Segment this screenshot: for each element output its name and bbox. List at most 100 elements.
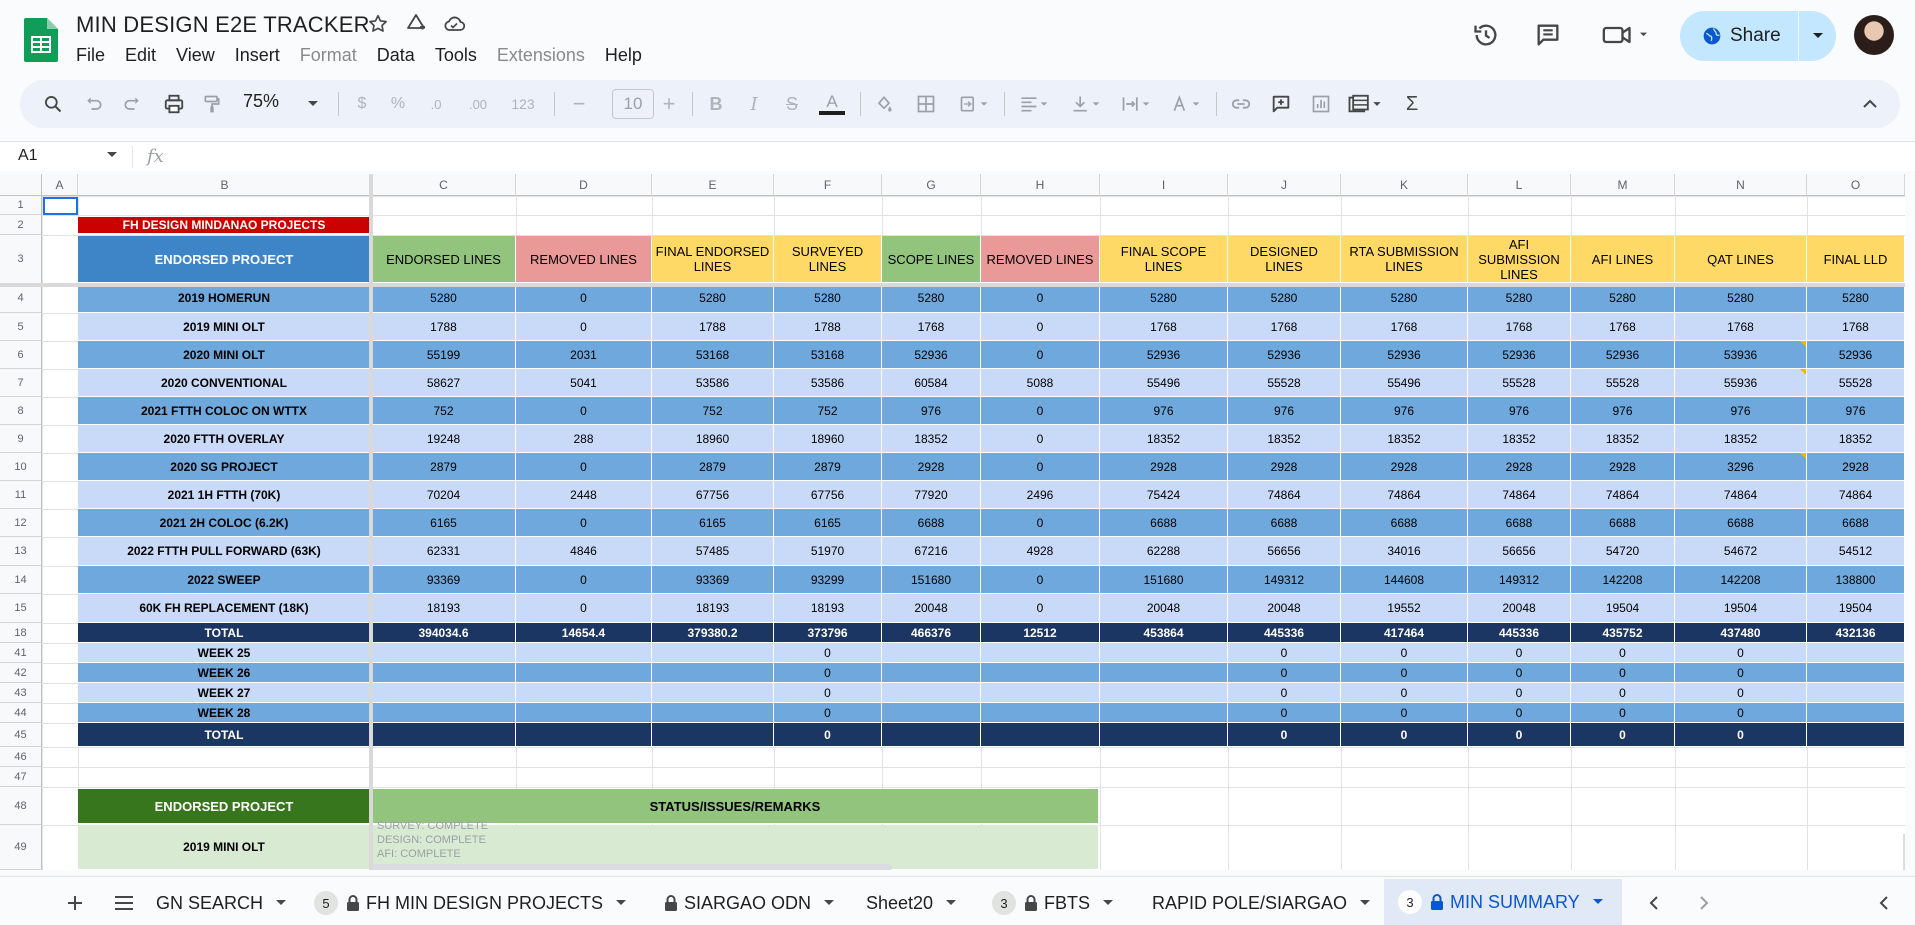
data-cell[interactable]: 2879 (372, 453, 516, 481)
data-cell[interactable]: 2928 (1228, 453, 1341, 481)
data-cell[interactable]: 6688 (1807, 509, 1905, 537)
data-cell[interactable]: 4928 (981, 537, 1100, 566)
week-cell[interactable] (516, 683, 652, 703)
menu-edit[interactable]: Edit (125, 45, 166, 66)
share-button[interactable]: Share (1680, 11, 1836, 61)
data-cell[interactable]: 55199 (372, 341, 516, 369)
data-cell[interactable]: 19552 (1341, 594, 1468, 623)
week-cell[interactable]: 0 (1341, 663, 1468, 683)
column-header-c[interactable]: C (372, 174, 516, 196)
project-name[interactable]: 2020 SG PROJECT (78, 453, 371, 481)
data-cell[interactable]: 6688 (1571, 509, 1675, 537)
menu-extensions[interactable]: Extensions (497, 45, 595, 66)
data-cell[interactable]: 2928 (1341, 453, 1468, 481)
zoom-chevron-icon[interactable] (306, 92, 320, 116)
status-header-project[interactable]: ENDORSED PROJECT (78, 789, 371, 824)
data-cell[interactable]: 2928 (1468, 453, 1571, 481)
row-header[interactable]: 1 (0, 196, 42, 215)
week-cell[interactable]: 0 (1468, 663, 1571, 683)
column-header-e[interactable]: E (652, 174, 774, 196)
data-cell[interactable]: 2879 (652, 453, 774, 481)
data-cell[interactable]: 52936 (1807, 341, 1905, 369)
row-header[interactable]: 48 (0, 787, 42, 825)
data-cell[interactable]: 52936 (1228, 341, 1341, 369)
total-cell[interactable]: 466376 (882, 623, 981, 643)
data-cell[interactable]: 6688 (1228, 509, 1341, 537)
week-cell[interactable] (516, 703, 652, 723)
increase-font-size-button[interactable]: + (658, 91, 680, 116)
data-cell[interactable]: 1768 (1341, 313, 1468, 341)
total-cell[interactable]: 445336 (1228, 623, 1341, 643)
data-cell[interactable]: 2879 (774, 453, 882, 481)
paint-format-icon[interactable] (200, 92, 224, 116)
column-header-a[interactable]: A (42, 174, 78, 196)
week-cell[interactable]: 0 (1675, 643, 1807, 663)
column-header-l[interactable]: L (1468, 174, 1571, 196)
data-cell[interactable]: 1768 (1807, 313, 1905, 341)
week-label[interactable]: WEEK 27 (78, 683, 371, 703)
data-cell[interactable]: 52936 (1571, 341, 1675, 369)
week-cell[interactable] (372, 663, 516, 683)
data-cell[interactable]: 54720 (1571, 537, 1675, 566)
total-cell[interactable]: 445336 (1468, 623, 1571, 643)
move-to-folder-icon[interactable] (404, 12, 428, 36)
data-cell[interactable]: 56656 (1468, 537, 1571, 566)
data-cell[interactable]: 20048 (882, 594, 981, 623)
data-cell[interactable]: 19504 (1571, 594, 1675, 623)
cloud-status-icon[interactable] (442, 12, 466, 36)
data-cell[interactable]: 51970 (774, 537, 882, 566)
data-cell[interactable]: 19504 (1807, 594, 1905, 623)
row-header[interactable]: 2 (0, 215, 42, 235)
data-cell[interactable]: 976 (1675, 397, 1807, 425)
column-header-h[interactable]: H (981, 174, 1100, 196)
data-cell[interactable]: 54512 (1807, 537, 1905, 566)
data-cell[interactable]: 1768 (1468, 313, 1571, 341)
column-header-i[interactable]: I (1100, 174, 1228, 196)
header-final-endorsed-lines[interactable]: FINAL ENDORSED LINES (652, 236, 774, 283)
print-icon[interactable] (162, 92, 186, 116)
data-cell[interactable]: 53586 (774, 369, 882, 397)
project-name[interactable]: 2020 FTTH OVERLAY (78, 425, 371, 453)
week-cell[interactable] (1100, 703, 1228, 723)
total-cell[interactable]: 432136 (1807, 623, 1905, 643)
data-cell[interactable]: 55528 (1807, 369, 1905, 397)
decrease-decimal-button[interactable]: .0 (422, 92, 450, 116)
week-cell[interactable]: 0 (1468, 703, 1571, 723)
data-cell[interactable]: 60584 (882, 369, 981, 397)
project-name[interactable]: 2021 1H FTTH (70K) (78, 481, 371, 509)
data-cell[interactable]: 67756 (774, 481, 882, 509)
scroll-tabs-right-icon[interactable] (1698, 887, 1710, 919)
week-cell[interactable] (981, 663, 1100, 683)
row-header[interactable]: 13 (0, 537, 42, 566)
data-cell[interactable]: 976 (1468, 397, 1571, 425)
functions-button[interactable]: Σ (1400, 92, 1424, 116)
column-header-m[interactable]: M (1571, 174, 1675, 196)
data-cell[interactable]: 0 (981, 566, 1100, 594)
data-cell[interactable]: 52936 (1341, 341, 1468, 369)
data-cell[interactable]: 74864 (1571, 481, 1675, 509)
all-sheets-button[interactable] (114, 887, 134, 919)
week-total-cell[interactable] (372, 723, 516, 747)
week-cell[interactable]: 0 (1571, 703, 1675, 723)
row-header[interactable]: 14 (0, 566, 42, 594)
header-removed-lines[interactable]: REMOVED LINES (516, 236, 652, 283)
star-icon[interactable] (366, 12, 390, 36)
data-cell[interactable]: 976 (1228, 397, 1341, 425)
sheet-tab-sheet20[interactable]: Sheet20 (866, 887, 957, 919)
share-dropdown[interactable] (1799, 11, 1836, 61)
week-total-cell[interactable] (1807, 723, 1905, 747)
data-cell[interactable]: 1788 (372, 313, 516, 341)
data-cell[interactable]: 75424 (1100, 481, 1228, 509)
status-project-name[interactable]: 2019 MINI OLT (78, 825, 371, 870)
data-cell[interactable]: 74864 (1228, 481, 1341, 509)
data-cell[interactable]: 19504 (1675, 594, 1807, 623)
total-cell[interactable]: 373796 (774, 623, 882, 643)
total-cell[interactable]: 394034.6 (372, 623, 516, 643)
week-cell[interactable] (372, 683, 516, 703)
data-cell[interactable]: 6688 (1341, 509, 1468, 537)
column-header-n[interactable]: N (1675, 174, 1807, 196)
explore-sidebar-toggle-icon[interactable] (1878, 887, 1890, 919)
data-cell[interactable]: 6165 (372, 509, 516, 537)
data-cell[interactable]: 5088 (981, 369, 1100, 397)
data-cell[interactable]: 5280 (1468, 284, 1571, 313)
